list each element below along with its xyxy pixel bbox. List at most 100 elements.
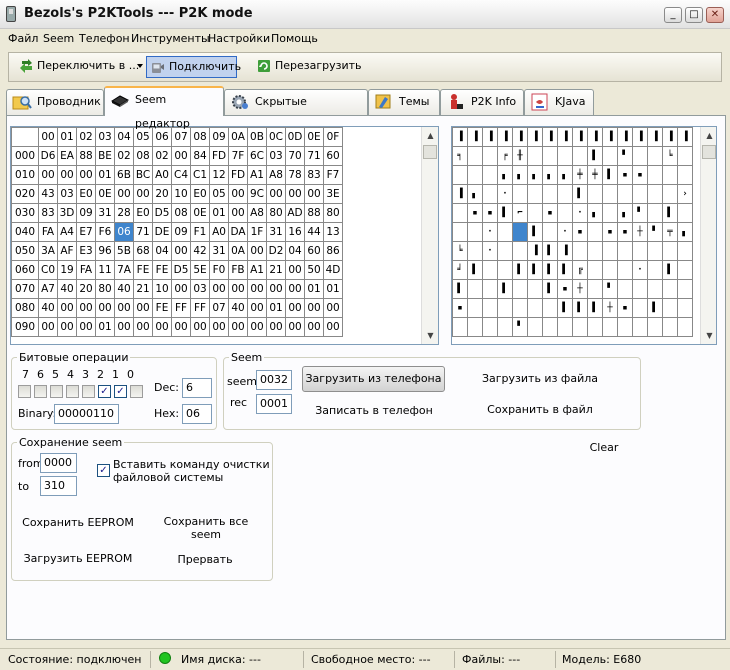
hex-byte-cell[interactable]: 0E: [95, 184, 115, 204]
char-cell[interactable]: ▐: [452, 184, 468, 204]
clear-button[interactable]: Clear: [589, 441, 619, 454]
char-cell[interactable]: [482, 298, 498, 318]
menu-help[interactable]: Помощь: [271, 32, 318, 45]
char-cell[interactable]: ▪: [452, 298, 468, 318]
load-from-file-button[interactable]: Загрузить из файла: [470, 372, 610, 385]
char-cell[interactable]: ▖: [527, 165, 543, 185]
hex-byte-cell[interactable]: FE: [152, 260, 172, 280]
hex-byte-cell[interactable]: 00: [190, 317, 210, 337]
hex-byte-cell[interactable]: 00: [57, 317, 77, 337]
char-cell[interactable]: ▌: [542, 241, 558, 261]
char-cell[interactable]: ▪: [617, 298, 633, 318]
title-bar[interactable]: Bezols's P2KTools --- P2K mode _ □ ✕: [0, 0, 730, 29]
menu-file[interactable]: Файл: [8, 32, 38, 45]
char-cell[interactable]: ┼: [632, 222, 648, 242]
char-cell[interactable]: ╤: [662, 222, 678, 242]
char-cell[interactable]: ▖: [557, 165, 573, 185]
hex-byte-cell[interactable]: 19: [57, 260, 77, 280]
hex-byte-cell[interactable]: 28: [114, 203, 134, 223]
char-cell[interactable]: [512, 298, 528, 318]
char-cell[interactable]: ▌: [647, 298, 663, 318]
hex-byte-cell[interactable]: 00: [266, 184, 286, 204]
char-cell[interactable]: [677, 203, 693, 223]
char-view[interactable]: ▐ ▐ ▐ ▐ ▐ ▐ ▐ ▐ ▐ ▐ ▐ ▐ ▐ ▐ ▐ ▐ ╕ ╒ ╫ ▌ ▘ ╘ ▖ ▖ ▖ ▖ ▖ ╪ ╪ ▌ ▪ ▪ ▐ ▖ · ▌ › ▪ ▪ ▌…: [451, 126, 717, 345]
hex-byte-cell[interactable]: 80: [95, 279, 115, 299]
hex-byte-cell[interactable]: 6C: [247, 146, 267, 166]
hex-byte-cell[interactable]: FF: [190, 298, 210, 318]
hex-byte-cell[interactable]: 3A: [38, 241, 58, 261]
hex-byte-cell[interactable]: 00: [76, 317, 96, 337]
bit-checkbox[interactable]: [34, 385, 47, 398]
hex-byte-cell[interactable]: 44: [304, 222, 324, 242]
char-cell[interactable]: [647, 317, 663, 337]
hex-byte-cell[interactable]: 07: [209, 298, 229, 318]
char-cell[interactable]: [527, 298, 543, 318]
char-cell[interactable]: [557, 317, 573, 337]
hex-byte-cell[interactable]: A8: [266, 165, 286, 185]
bit-checkbox[interactable]: ✓: [98, 385, 111, 398]
hex-byte-cell[interactable]: 00: [247, 317, 267, 337]
hex-byte-cell[interactable]: 00: [133, 317, 153, 337]
hex-byte-cell[interactable]: 01: [209, 203, 229, 223]
hex-byte-cell[interactable]: FA: [76, 260, 96, 280]
hex-byte-cell[interactable]: 31: [266, 222, 286, 242]
char-cell[interactable]: [647, 184, 663, 204]
hex-byte-cell[interactable]: A4: [57, 222, 77, 242]
hex-byte-cell[interactable]: F1: [190, 222, 210, 242]
hex-byte-cell[interactable]: FE: [152, 298, 172, 318]
hex-byte-cell[interactable]: 7F: [228, 146, 248, 166]
char-cell[interactable]: ▪: [482, 203, 498, 223]
char-cell[interactable]: [662, 165, 678, 185]
hex-byte-cell[interactable]: 0E: [190, 203, 210, 223]
char-cell[interactable]: [572, 317, 588, 337]
scroll-down-icon[interactable]: ▼: [422, 327, 438, 344]
hex-byte-cell[interactable]: 80: [266, 203, 286, 223]
hex-byte-cell[interactable]: D2: [266, 241, 286, 261]
char-cell[interactable]: [647, 279, 663, 299]
char-cell[interactable]: [512, 222, 528, 242]
seem-number-field[interactable]: 0032: [256, 370, 292, 390]
char-grid[interactable]: ▐ ▐ ▐ ▐ ▐ ▐ ▐ ▐ ▐ ▐ ▐ ▐ ▐ ▐ ▐ ▐ ╕ ╒ ╫ ▌ ▘ ╘ ▖ ▖ ▖ ▖ ▖ ╪ ╪ ▌ ▪ ▪ ▐ ▖ · ▌ › ▪ ▪ ▌…: [452, 127, 693, 337]
char-cell[interactable]: [587, 241, 603, 261]
hex-byte-cell[interactable]: 00: [133, 298, 153, 318]
char-cell[interactable]: ▌: [512, 260, 528, 280]
char-cell[interactable]: ▪: [602, 222, 618, 242]
char-cell[interactable]: [662, 241, 678, 261]
bit-checkbox[interactable]: [130, 385, 143, 398]
char-cell[interactable]: ▘: [647, 222, 663, 242]
hex-byte-cell[interactable]: 12: [209, 165, 229, 185]
char-cell[interactable]: ▪: [557, 279, 573, 299]
char-cell[interactable]: ▐: [557, 241, 573, 261]
hex-byte-cell[interactable]: 04: [285, 241, 305, 261]
char-cell[interactable]: [452, 222, 468, 242]
char-cell[interactable]: [527, 203, 543, 223]
char-cell[interactable]: ╔: [572, 260, 588, 280]
char-cell[interactable]: [527, 146, 543, 166]
char-cell[interactable]: ▘: [632, 203, 648, 223]
write-to-phone-button[interactable]: Записать в телефон: [304, 404, 444, 417]
hex-byte-cell[interactable]: F7: [323, 165, 343, 185]
hex-byte-cell[interactable]: FB: [228, 260, 248, 280]
char-cell[interactable]: [647, 241, 663, 261]
close-button[interactable]: ✕: [706, 7, 724, 23]
tab-seem-editor[interactable]: Seem редактор: [104, 86, 224, 130]
scroll-down-icon[interactable]: ▼: [701, 327, 716, 344]
char-cell[interactable]: ▌: [572, 184, 588, 204]
hex-byte-cell[interactable]: DE: [152, 222, 172, 242]
char-cell[interactable]: ╪: [572, 165, 588, 185]
char-cell[interactable]: ▖: [677, 222, 693, 242]
hex-byte-cell[interactable]: 00: [76, 165, 96, 185]
hex-byte-cell[interactable]: C0: [38, 260, 58, 280]
hex-byte-cell[interactable]: 21: [266, 260, 286, 280]
from-field[interactable]: 0000: [40, 453, 77, 473]
hex-grid[interactable]: 00 01 02 03 04 05 06 07 08 09 0A 0B 0C 0D 0E 0F 000 D6 EA 8…: [11, 127, 343, 337]
char-cell[interactable]: ╒: [497, 146, 513, 166]
hex-byte-cell[interactable]: 00: [285, 184, 305, 204]
hex-byte-cell[interactable]: 10: [152, 279, 172, 299]
hex-byte-cell[interactable]: 83: [304, 165, 324, 185]
char-cell[interactable]: ▪: [542, 203, 558, 223]
hex-byte-cell[interactable]: 00: [228, 279, 248, 299]
hex-byte-cell[interactable]: 7A: [114, 260, 134, 280]
hex-byte-cell[interactable]: 00: [114, 317, 134, 337]
char-cell[interactable]: [617, 317, 633, 337]
